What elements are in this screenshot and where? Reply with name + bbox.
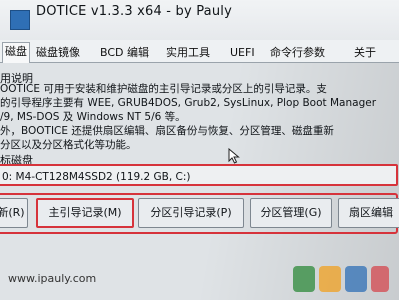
tab-utilities[interactable]: 实用工具 [164, 44, 212, 62]
sector-edit-button[interactable]: 扇区编辑 [338, 198, 399, 228]
tab-uefi[interactable]: UEFI [228, 44, 257, 62]
description-line: 外，BOOTICE 还提供扇区编辑、扇区备份与恢复、分区管理、磁盘重新 [0, 125, 334, 137]
tab-bcd-edit[interactable]: BCD 编辑 [98, 44, 151, 62]
partition-manage-button[interactable]: 分区管理(G) [250, 198, 332, 228]
description-line: /9, MS-DOS 及 Windows NT 5/6 等。 [0, 111, 186, 123]
description-line: OOTICE 可用于安装和维护磁盘的主引导记录或分区上的引导记录。支 [0, 83, 327, 95]
pbr-button[interactable]: 分区引导记录(P) [138, 198, 244, 228]
tab-bar: 磁盘 磁盘镜像 BCD 编辑 实用工具 UEFI 命令行参数 关于 [0, 40, 399, 63]
title-bar: DOTICE v1.3.3 x64 - by Pauly [0, 0, 399, 40]
target-disk-select[interactable]: 0: M4-CT128M4SSD2 (119.2 GB, C:) [0, 164, 398, 186]
app-icon [10, 10, 30, 30]
watermark-logo-icon [293, 266, 389, 292]
tab-command-line[interactable]: 命令行参数 [268, 44, 327, 62]
usage-description: OOTICE 可用于安装和维护磁盘的主引导记录或分区上的引导记录。支 的引导程序… [0, 82, 399, 152]
mouse-pointer-icon [228, 148, 240, 164]
mbr-button[interactable]: 主引导记录(M) [36, 198, 134, 228]
description-line: 的引导程序主要有 WEE, GRUB4DOS, Grub2, SysLinux,… [0, 97, 377, 109]
description-line: 分区以及分区格式化等功能。 [0, 139, 137, 151]
website-link[interactable]: www.ipauly.com [8, 272, 96, 285]
refresh-button[interactable]: 新(R) [0, 198, 28, 228]
tab-disk[interactable]: 磁盘 [2, 42, 30, 63]
tab-about[interactable]: 关于 [352, 44, 378, 62]
window-title: DOTICE v1.3.3 x64 - by Pauly [36, 4, 232, 19]
tab-disk-image[interactable]: 磁盘镜像 [34, 44, 82, 62]
